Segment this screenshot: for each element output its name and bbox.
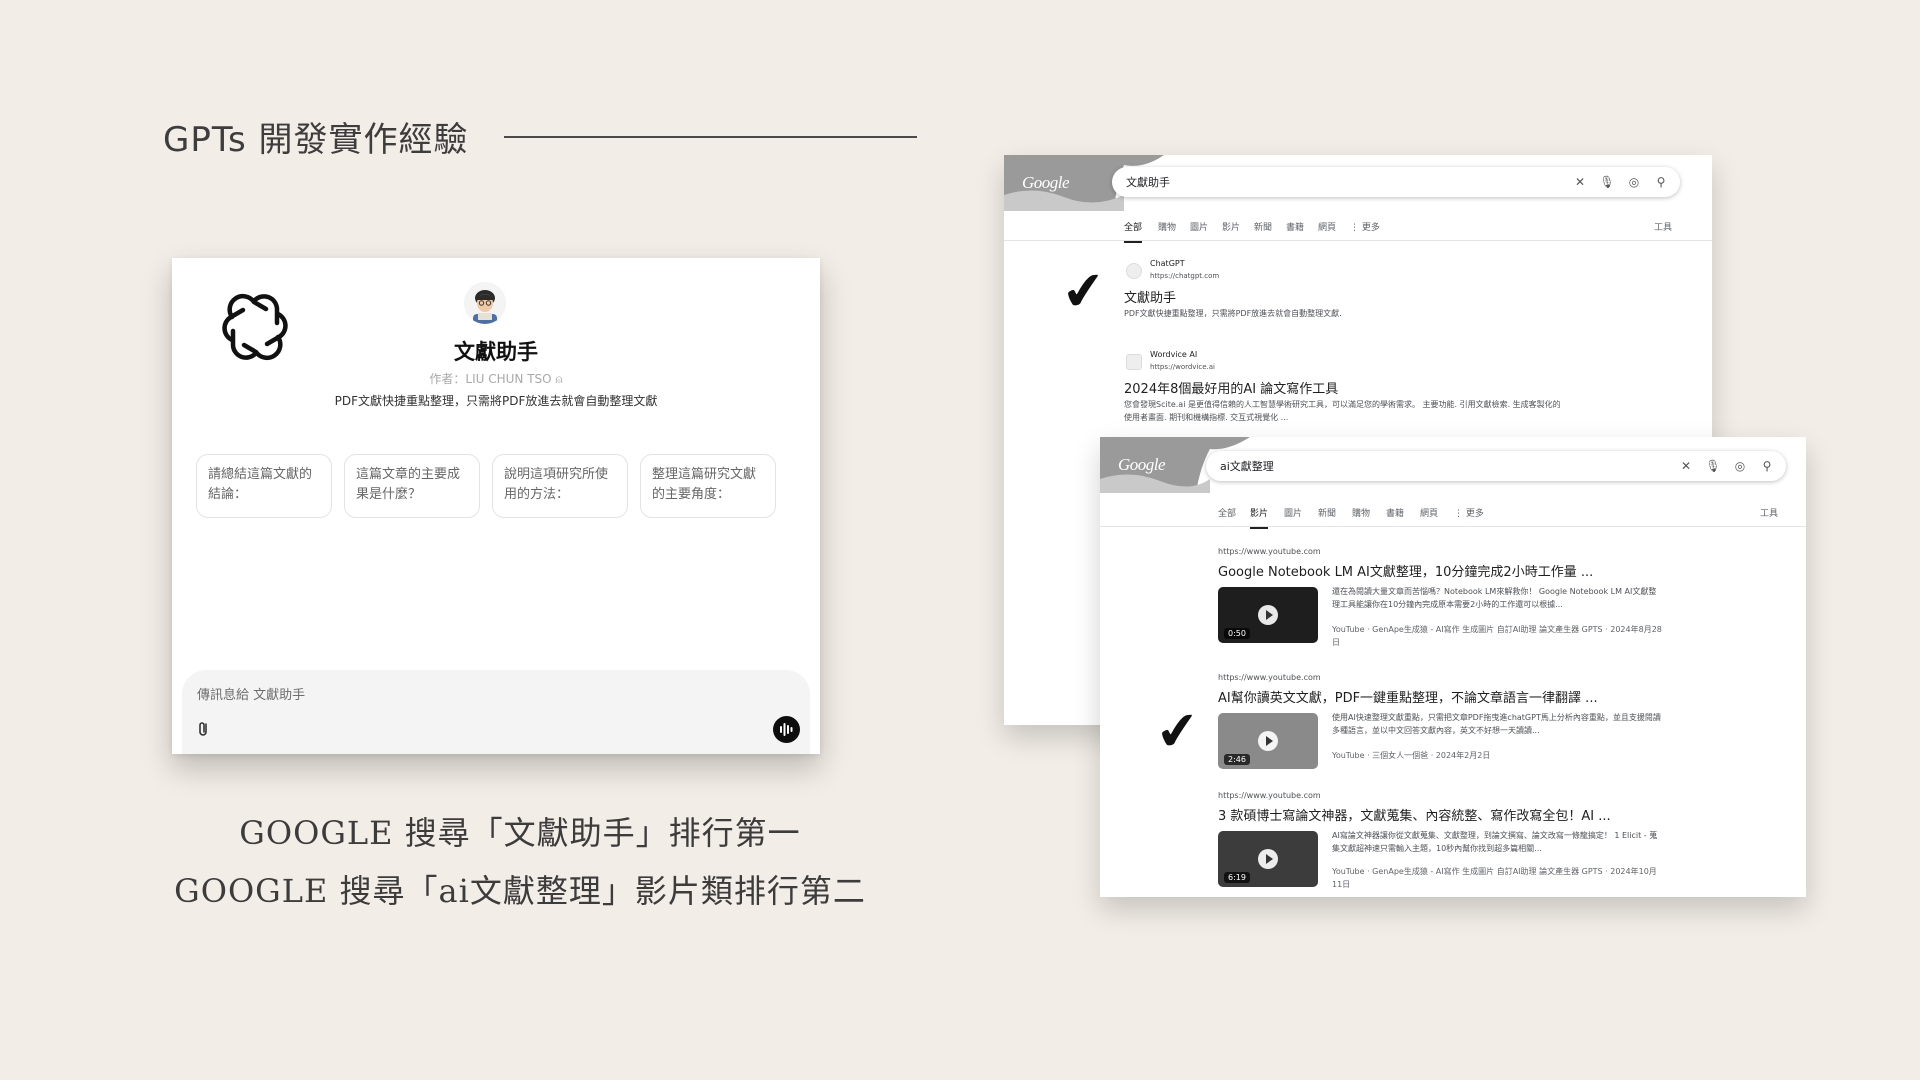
video-title[interactable]: 3 款碩博士寫論文神器，文獻蒐集、內容統整、寫作改寫全包！AI ... — [1218, 805, 1611, 824]
search-box[interactable]: ai文獻整理 ✕ 🎙 ◎ ⚲ — [1206, 451, 1786, 481]
video-url[interactable]: https://www.youtube.com — [1218, 673, 1321, 682]
conversation-starter[interactable]: 這篇文章的主要成果是什麼？ — [344, 454, 480, 518]
video-meta: YouTube · 三個女人一個爸 · 2024年2月2日 — [1332, 751, 1491, 760]
tools-button[interactable]: 工具 — [1654, 220, 1672, 233]
play-icon — [1258, 731, 1278, 751]
search-icon[interactable]: ⚲ — [1652, 173, 1670, 191]
google-logo[interactable]: Google — [1022, 173, 1070, 193]
video-snippet: AI寫論文神器讓你從文獻蒐集、文獻整理，到論文撰寫、論文改寫一條龍搞定！ 1 E… — [1332, 831, 1658, 853]
tab-videos[interactable]: 影片 — [1222, 220, 1240, 241]
google-logo[interactable]: Google — [1118, 455, 1166, 475]
search-box[interactable]: 文獻助手 ✕ 🎙 ◎ ⚲ — [1112, 167, 1680, 197]
video-duration: 6:19 — [1224, 872, 1250, 883]
clear-icon[interactable]: ✕ — [1677, 457, 1695, 475]
google-search-results-2: Google ai文獻整理 ✕ 🎙 ◎ ⚲ 全部 影片 圖片 新聞 購物 書籍 … — [1100, 437, 1806, 897]
result-snippet: 您會發現Scite.ai 是更值得信賴的人工智慧學術研究工具，可以滿足您的學術需… — [1124, 400, 1561, 422]
tab-books[interactable]: 書籍 — [1286, 220, 1304, 241]
title-divider — [504, 136, 917, 138]
conversation-starter[interactable]: 說明這項研究所使用的方法： — [492, 454, 628, 518]
tab-more[interactable]: ⋮ 更多 — [1350, 220, 1380, 241]
result-url[interactable]: https://chatgpt.com — [1150, 272, 1219, 280]
lens-icon[interactable]: ◎ — [1731, 457, 1749, 475]
result-title[interactable]: 2024年8個最好用的AI 論文寫作工具 — [1124, 378, 1338, 397]
tab-shopping[interactable]: 購物 — [1158, 220, 1176, 241]
clear-icon[interactable]: ✕ — [1571, 173, 1589, 191]
result-title[interactable]: 文獻助手 — [1124, 287, 1176, 306]
tab-all[interactable]: 全部 — [1124, 220, 1143, 243]
search-tabs: 全部 購物 圖片 影片 新聞 書籍 網頁 ⋮ 更多 工具 — [1004, 215, 1712, 243]
voice-button[interactable] — [773, 716, 800, 743]
microphone-icon[interactable]: 🎙 — [1704, 457, 1722, 475]
check-mark-icon: ✔ — [1152, 699, 1203, 765]
search-icon[interactable]: ⚲ — [1758, 457, 1776, 475]
tab-web[interactable]: 網頁 — [1420, 506, 1438, 527]
search-tabs: 全部 影片 圖片 新聞 購物 書籍 網頁 ⋮ 更多 工具 — [1100, 501, 1806, 529]
conversation-starter[interactable]: 請總結這篇文獻的結論： — [196, 454, 332, 518]
tab-videos[interactable]: 影片 — [1250, 506, 1269, 529]
gpt-author: 作者：LIU CHUN TSO ⍝ — [429, 372, 563, 386]
tab-news[interactable]: 新聞 — [1254, 220, 1272, 241]
result-url[interactable]: https://wordvice.ai — [1150, 363, 1215, 371]
video-meta: YouTube · GenApe生成猿 - AI寫作 生成圖片 自訂AI助理 論… — [1332, 625, 1662, 647]
voice-icon — [780, 723, 793, 736]
tab-images[interactable]: 圖片 — [1284, 506, 1302, 527]
result-site-name: Wordvice AI — [1150, 350, 1198, 359]
microphone-icon[interactable]: 🎙 — [1598, 173, 1616, 191]
video-snippet: 還在為閱讀大量文章而苦惱嗎？Notebook LM來解救你！ Google No… — [1332, 587, 1657, 609]
tab-more[interactable]: ⋮ 更多 — [1454, 506, 1484, 527]
tab-all[interactable]: 全部 — [1218, 506, 1236, 527]
result-site-name: ChatGPT — [1150, 259, 1185, 268]
video-snippet: 使用AI快速整理文獻重點，只需把文章PDF拖曳進chatGPT馬上分析內容重點，… — [1332, 713, 1661, 735]
tab-web[interactable]: 網頁 — [1318, 220, 1336, 241]
tab-images[interactable]: 圖片 — [1190, 220, 1208, 241]
video-url[interactable]: https://www.youtube.com — [1218, 547, 1321, 556]
tab-shopping[interactable]: 購物 — [1352, 506, 1370, 527]
slide-title: GPTs 開發實作經驗 — [163, 120, 469, 160]
message-composer[interactable]: 傳訊息給 文獻助手 — [182, 670, 810, 754]
result-snippet: PDF文獻快捷重點整理，只需將PDF放進去就會自動整理文獻. — [1124, 309, 1342, 318]
video-title[interactable]: Google Notebook LM AI文獻整理，10分鐘完成2小時工作量 .… — [1218, 561, 1593, 580]
search-query[interactable]: ai文獻整理 — [1220, 458, 1274, 474]
wordvice-favicon-icon — [1126, 354, 1142, 370]
tab-books[interactable]: 書籍 — [1386, 506, 1404, 527]
google-header: Google ai文獻整理 ✕ 🎙 ◎ ⚲ — [1100, 437, 1806, 493]
video-thumbnail[interactable]: 2:46 — [1218, 713, 1318, 769]
gpt-avatar — [464, 282, 506, 324]
lens-icon[interactable]: ◎ — [1625, 173, 1643, 191]
google-header: Google 文獻助手 ✕ 🎙 ◎ ⚲ — [1004, 155, 1712, 211]
tab-news[interactable]: 新聞 — [1318, 506, 1336, 527]
composer-placeholder: 傳訊息給 文獻助手 — [197, 688, 306, 703]
chatgpt-favicon-icon — [1126, 263, 1142, 279]
video-thumbnail[interactable]: 6:19 — [1218, 831, 1318, 887]
search-query[interactable]: 文獻助手 — [1126, 174, 1170, 190]
video-thumbnail[interactable]: 0:50 — [1218, 587, 1318, 643]
check-mark-icon: ✔ — [1058, 259, 1109, 325]
gpt-card: 文獻助手 作者：LIU CHUN TSO ⍝ PDF文獻快捷重點整理，只需將PD… — [172, 258, 820, 754]
gpt-description: PDF文獻快捷重點整理，只需將PDF放進去就會自動整理文獻 — [334, 394, 658, 408]
conversation-starter[interactable]: 整理這篇研究文獻的主要角度： — [640, 454, 776, 518]
video-meta: YouTube · GenApe生成猿 - AI寫作 生成圖片 自訂AI助理 論… — [1332, 867, 1657, 889]
avatar-illustration — [464, 282, 506, 324]
caption-second-rank: GOOGLE 搜尋「ai文獻整理」影片類排行第二 — [174, 872, 866, 910]
play-icon — [1258, 849, 1278, 869]
video-url[interactable]: https://www.youtube.com — [1218, 791, 1321, 800]
caption-first-rank: GOOGLE 搜尋「文獻助手」排行第一 — [239, 814, 801, 852]
gpt-name: 文獻助手 — [454, 340, 538, 364]
video-duration: 2:46 — [1224, 754, 1250, 765]
video-title[interactable]: AI幫你讀英文文獻，PDF一鍵重點整理，不論文章語言一律翻譯 ... — [1218, 687, 1598, 706]
play-icon — [1258, 605, 1278, 625]
tools-button[interactable]: 工具 — [1760, 506, 1778, 519]
paperclip-icon[interactable] — [196, 720, 212, 738]
video-duration: 0:50 — [1224, 628, 1250, 639]
